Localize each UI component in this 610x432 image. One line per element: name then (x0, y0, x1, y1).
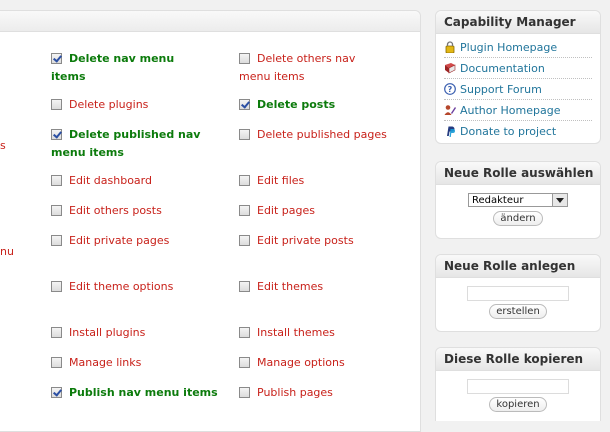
checkbox[interactable] (239, 357, 250, 368)
capability-delete-nav-menu-items[interactable]: Delete nav menu items (51, 50, 211, 86)
documentation-link[interactable]: Documentation (444, 58, 592, 79)
capability-publish-nav-menu-items[interactable]: Publish nav menu items (51, 384, 221, 402)
chevron-down-icon[interactable] (552, 194, 567, 206)
checkbox[interactable] (51, 357, 62, 368)
checkbox[interactable] (239, 205, 250, 216)
copy-role-input[interactable] (467, 379, 569, 394)
checkbox[interactable] (51, 53, 62, 64)
capability-edit-private-pages[interactable]: Edit private pages (51, 232, 221, 250)
checkbox[interactable] (239, 53, 250, 64)
checkbox[interactable] (239, 99, 250, 110)
new-role-box: Neue Rolle anlegen erstellen (435, 254, 601, 332)
capability-edit-dashboard[interactable]: Edit dashboard (51, 172, 221, 190)
box-title: Neue Rolle auswählen (436, 162, 600, 185)
capability-edit-others-posts[interactable]: Edit others posts (51, 202, 221, 220)
change-role-button[interactable]: ändern (493, 211, 543, 226)
capabilities-panel-header (0, 11, 420, 32)
capability-edit-files[interactable]: Edit files (239, 172, 409, 190)
checkbox[interactable] (51, 235, 62, 246)
checkbox[interactable] (51, 387, 62, 398)
checkbox[interactable] (51, 205, 62, 216)
plugin-homepage-link[interactable]: Plugin Homepage (444, 37, 592, 58)
checkbox[interactable] (239, 327, 250, 338)
capability-publish-pages[interactable]: Publish pages (239, 384, 409, 402)
copy-role-button[interactable]: kopieren (489, 397, 547, 412)
checkbox[interactable] (239, 281, 250, 292)
support-forum-link[interactable]: ? Support Forum (444, 79, 592, 100)
capability-edit-theme-options[interactable]: Edit theme options (51, 278, 221, 296)
role-select[interactable]: Redakteur (468, 193, 568, 207)
author-icon (444, 104, 456, 116)
checkbox[interactable] (51, 281, 62, 292)
box-title: Neue Rolle anlegen (436, 255, 600, 278)
capability-delete-others-nav-menu-items[interactable]: Delete others nav menu items (239, 50, 389, 86)
author-homepage-link[interactable]: Author Homepage (444, 100, 592, 121)
capability-edit-private-posts[interactable]: Edit private posts (239, 232, 409, 250)
paypal-icon (444, 125, 456, 137)
new-role-input[interactable] (467, 286, 569, 301)
capabilities-panel: s nu Delete nav menu items Delete others… (0, 10, 421, 432)
capability-install-plugins[interactable]: Install plugins (51, 324, 221, 342)
checkbox[interactable] (51, 129, 62, 140)
capability-edit-themes[interactable]: Edit themes (239, 278, 409, 296)
copy-role-box: Diese Rolle kopieren kopieren (435, 347, 601, 421)
capability-edit-pages[interactable]: Edit pages (239, 202, 409, 220)
cut-off-label: s (0, 139, 6, 152)
checkbox[interactable] (51, 175, 62, 186)
capability-delete-published-nav-menu-items[interactable]: Delete published nav menu items (51, 126, 216, 162)
checkbox[interactable] (239, 129, 250, 140)
box-title: Capability Manager (436, 11, 600, 34)
checkbox[interactable] (51, 99, 62, 110)
cut-off-label: nu (0, 245, 14, 258)
select-role-box: Neue Rolle auswählen Redakteur ändern (435, 161, 601, 239)
svg-text:?: ? (448, 85, 453, 94)
donate-link[interactable]: Donate to project (444, 121, 592, 141)
checkbox[interactable] (239, 175, 250, 186)
box-title: Diese Rolle kopieren (436, 348, 600, 371)
lock-icon (444, 41, 456, 54)
capability-manager-box: Capability Manager Plugin Homepage Docum… (435, 10, 601, 144)
capability-delete-published-pages[interactable]: Delete published pages (239, 126, 409, 144)
checkbox[interactable] (239, 387, 250, 398)
capability-manage-links[interactable]: Manage links (51, 354, 221, 372)
book-icon (444, 62, 456, 74)
checkbox[interactable] (51, 327, 62, 338)
checkbox[interactable] (239, 235, 250, 246)
capability-manage-options[interactable]: Manage options (239, 354, 409, 372)
help-icon: ? (444, 83, 456, 95)
create-role-button[interactable]: erstellen (489, 304, 547, 319)
capability-delete-posts[interactable]: Delete posts (239, 96, 399, 114)
capability-delete-plugins[interactable]: Delete plugins (51, 96, 221, 114)
capability-install-themes[interactable]: Install themes (239, 324, 409, 342)
